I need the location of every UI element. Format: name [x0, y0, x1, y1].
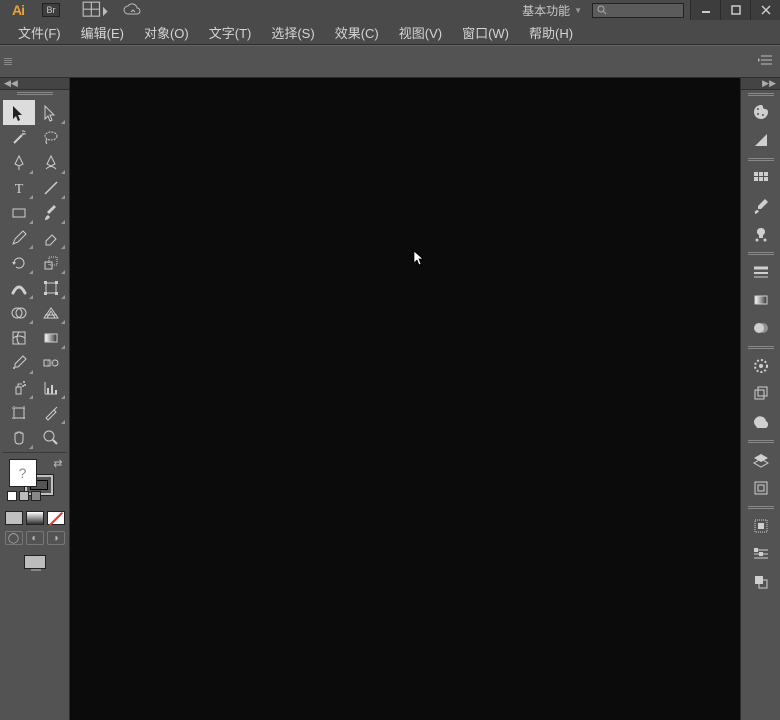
tool-magic-wand[interactable]: 魔棒工具 — [3, 125, 35, 150]
menu-type[interactable]: 文字(T) — [199, 20, 262, 44]
arrange-documents-button[interactable] — [82, 3, 110, 17]
tool-pen[interactable]: 钢笔工具 — [3, 150, 35, 175]
tool-eyedropper[interactable]: 吸管工具 — [3, 350, 35, 375]
draw-normal-button[interactable]: ◯ — [5, 531, 23, 545]
app-logo: Ai — [6, 3, 30, 17]
toolbox: ◀◀ 选择工具 直接选择工具 魔棒工具 套索工具 钢笔工具 曲率工具 文字工具T… — [0, 78, 70, 720]
workspace-switcher[interactable]: 基本功能 ▼ — [522, 2, 582, 19]
tool-curvature[interactable]: 曲率工具 — [35, 150, 67, 175]
title-bar: Ai Br 基本功能 ▼ — [0, 0, 780, 20]
menu-view[interactable]: 视图(V) — [389, 20, 452, 44]
control-bar-menu-button[interactable] — [758, 54, 772, 69]
panel-libraries[interactable]: 库 — [741, 408, 780, 436]
tool-symbol-sprayer[interactable]: 符号喷枪工具 — [3, 375, 35, 400]
panel-color-guide[interactable]: 颜色参考 — [741, 126, 780, 154]
swap-fill-stroke-icon[interactable]: ⇄ — [53, 457, 62, 470]
tool-mesh[interactable]: 网格工具 — [3, 325, 35, 350]
tool-gradient[interactable]: 渐变工具 — [35, 325, 67, 350]
chevron-down-icon: ▼ — [574, 6, 582, 15]
menu-window[interactable]: 窗口(W) — [452, 20, 519, 44]
menu-object[interactable]: 对象(O) — [134, 20, 199, 44]
menu-file[interactable]: 文件(F) — [8, 20, 71, 44]
fill-mode-none[interactable] — [47, 511, 65, 525]
menu-select[interactable]: 选择(S) — [261, 20, 324, 44]
panel-brushes[interactable]: 画笔 — [741, 192, 780, 220]
panel-transform[interactable]: 变换 — [741, 540, 780, 568]
tool-line[interactable]: 线段工具 — [35, 175, 67, 200]
tool-lasso[interactable]: 套索工具 — [35, 125, 67, 150]
minimize-button[interactable] — [690, 0, 720, 20]
menu-edit[interactable]: 编辑(E) — [71, 20, 134, 44]
tool-blend[interactable]: 混合工具 — [35, 350, 67, 375]
workspace-label: 基本功能 — [522, 2, 570, 19]
panel-pathfinder[interactable]: 路径查找器 — [741, 568, 780, 596]
tool-eraser[interactable]: 橡皮擦工具 — [35, 225, 67, 250]
panel-graphic-styles[interactable]: 图形样式 — [741, 380, 780, 408]
fill-stroke-control[interactable]: ? ⇄ — [3, 455, 67, 499]
menu-effect[interactable]: 效果(C) — [325, 20, 389, 44]
bridge-button[interactable]: Br — [42, 3, 60, 17]
default-fill-stroke-icon[interactable] — [7, 491, 41, 501]
close-button[interactable] — [750, 0, 780, 20]
tool-perspective-grid[interactable]: 透视网格工具 — [35, 300, 67, 325]
tool-text[interactable]: 文字工具T — [3, 175, 35, 200]
tool-zoom[interactable]: 缩放工具 — [35, 425, 67, 450]
window-controls — [690, 0, 780, 20]
svg-text:T: T — [14, 182, 23, 197]
toolbox-collapse-button[interactable]: ◀◀ — [0, 78, 69, 90]
tool-slice[interactable]: 切片工具 — [35, 400, 67, 425]
tool-shape-builder[interactable]: 形状生成器工具 — [3, 300, 35, 325]
tool-width[interactable]: 宽度工具 — [3, 275, 35, 300]
menu-help[interactable]: 帮助(H) — [519, 20, 583, 44]
panel-artboards[interactable]: 画板 — [741, 474, 780, 502]
panel-layers[interactable]: 图层 — [741, 446, 780, 474]
panel-stroke[interactable]: 描边 — [741, 258, 780, 286]
fill-color-swatch[interactable]: ? — [9, 459, 37, 487]
panel-swatches[interactable]: 色板 — [741, 164, 780, 192]
draw-behind-button[interactable]: ◐ — [26, 531, 44, 545]
panel-gradient[interactable]: 渐变 — [741, 286, 780, 314]
draw-inside-button[interactable]: ◑ — [47, 531, 65, 545]
tool-rectangle[interactable]: 矩形工具 — [3, 200, 35, 225]
screen-mode-button[interactable] — [24, 555, 46, 569]
menu-bar: 文件(F) 编辑(E) 对象(O) 文字(T) 选择(S) 效果(C) 视图(V… — [0, 20, 780, 45]
cursor-icon — [413, 250, 425, 266]
tool-artboard[interactable]: 画板工具 — [3, 400, 35, 425]
canvas-area[interactable] — [70, 78, 740, 720]
tool-scale[interactable]: 缩放工具 — [35, 250, 67, 275]
tool-pencil[interactable]: 铅笔工具 — [3, 225, 35, 250]
tool-free-transform[interactable]: 自由变换工具 — [35, 275, 67, 300]
panel-appearance[interactable]: 外观 — [741, 352, 780, 380]
control-bar — [0, 45, 780, 78]
panel-align[interactable]: 对齐 — [741, 512, 780, 540]
panel-transparency[interactable]: 透明度 — [741, 314, 780, 342]
dock-handle-icon[interactable] — [4, 52, 12, 72]
panel-color[interactable]: 颜色 — [741, 98, 780, 126]
tool-direct-selection[interactable]: 直接选择工具 — [35, 100, 67, 125]
right-dock-expand-button[interactable]: ▶▶ — [741, 78, 780, 90]
tool-rotate[interactable]: 旋转工具 — [3, 250, 35, 275]
tool-selection[interactable]: 选择工具 — [3, 100, 35, 125]
toolbox-grip[interactable] — [0, 90, 69, 98]
tool-paintbrush[interactable]: 画笔工具 — [35, 200, 67, 225]
fill-mode-gradient[interactable] — [26, 511, 44, 525]
sync-settings-button[interactable] — [122, 3, 142, 17]
tool-hand[interactable]: 抓手工具 — [3, 425, 35, 450]
search-input[interactable] — [592, 3, 684, 18]
tool-column-graph[interactable]: 柱形图工具 — [35, 375, 67, 400]
panel-symbols[interactable]: 符号 — [741, 220, 780, 248]
right-panel-dock: ▶▶ 颜色 颜色参考 色板 画笔 符号 描边 渐变 透明度 外观 图形样式 库 … — [740, 78, 780, 720]
fill-mode-color[interactable] — [5, 511, 23, 525]
maximize-button[interactable] — [720, 0, 750, 20]
